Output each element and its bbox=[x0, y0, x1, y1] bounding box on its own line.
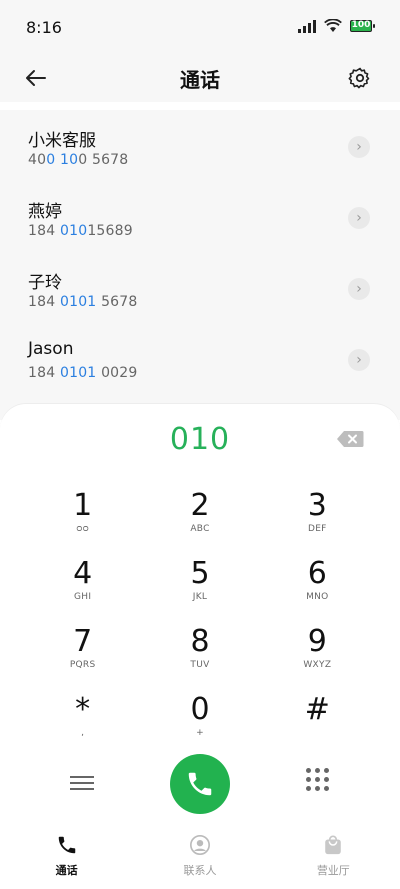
bottom-tab-bar: 通话 联系人 营业厅 bbox=[0, 824, 400, 889]
dialpad-key-9[interactable]: 9 WXYZ bbox=[259, 626, 376, 676]
settings-gear-icon[interactable] bbox=[348, 66, 372, 90]
tab-calls[interactable]: 通话 bbox=[0, 824, 133, 889]
dialpad-toggle-icon[interactable] bbox=[306, 768, 329, 791]
contact-number: 400 100 5678 bbox=[28, 152, 129, 168]
page-title: 通话 bbox=[180, 68, 220, 92]
chevron-right-icon[interactable]: › bbox=[348, 207, 370, 229]
contact-row[interactable]: Jason 184 0101 0029 › bbox=[0, 323, 400, 394]
status-bar: 8:16 100 bbox=[0, 0, 400, 56]
tab-contacts[interactable]: 联系人 bbox=[133, 824, 266, 889]
dialpad-sheet: 010 1 ᴑᴑ 2 ABC 3 DEF 4 GHI 5 JKL 6 MNO 7 PQRS 8… bbox=[0, 404, 400, 824]
dialpad-controls bbox=[0, 754, 400, 814]
backspace-icon[interactable] bbox=[336, 430, 364, 448]
phone-screen: 8:16 100 通话 小米客服 400 100 5678 › 燕婷 184 0… bbox=[0, 0, 400, 889]
phone-icon bbox=[58, 836, 75, 854]
contact-row[interactable]: 燕婷 184 01015689 › bbox=[0, 181, 400, 252]
contact-number: 184 0101 0029 bbox=[28, 365, 138, 381]
dialpad-key-star[interactable]: *, bbox=[24, 694, 141, 744]
status-icons: 100 bbox=[298, 19, 375, 33]
app-header: 通话 bbox=[0, 56, 400, 102]
contact-name: 小米客服 bbox=[28, 131, 96, 151]
call-button[interactable] bbox=[170, 754, 230, 814]
battery-icon: 100 bbox=[350, 20, 375, 32]
chevron-right-icon[interactable]: › bbox=[348, 136, 370, 158]
menu-icon[interactable] bbox=[70, 772, 94, 792]
shopping-bag-icon bbox=[325, 835, 342, 855]
contact-person-icon bbox=[189, 835, 210, 855]
dialpad-key-1[interactable]: 1 ᴑᴑ bbox=[24, 490, 141, 540]
dialpad-key-7[interactable]: 7 PQRS bbox=[24, 626, 141, 676]
call-suggestion-list: 小米客服 400 100 5678 › 燕婷 184 01015689 › 子玲… bbox=[0, 110, 400, 420]
chevron-right-icon[interactable]: › bbox=[348, 349, 370, 371]
tab-label: 通话 bbox=[55, 864, 78, 877]
contact-name: 子玲 bbox=[28, 273, 62, 293]
status-time: 8:16 bbox=[26, 18, 62, 37]
dialpad-keys: 1 ᴑᴑ 2 ABC 3 DEF 4 GHI 5 JKL 6 MNO 7 PQRS 8 TUV … bbox=[24, 490, 376, 744]
contact-row[interactable]: 小米客服 400 100 5678 › bbox=[0, 110, 400, 181]
wifi-icon bbox=[324, 19, 342, 32]
dialpad-key-6[interactable]: 6 MNO bbox=[259, 558, 376, 608]
tab-label: 营业厅 bbox=[316, 864, 350, 877]
chevron-right-icon[interactable]: › bbox=[348, 278, 370, 300]
dialpad-key-8[interactable]: 8 TUV bbox=[141, 626, 258, 676]
dialpad-key-2[interactable]: 2 ABC bbox=[141, 490, 258, 540]
contact-number: 184 0101 5678 bbox=[28, 294, 138, 310]
dialpad-key-hash[interactable]: # bbox=[259, 694, 376, 744]
tab-service-hall[interactable]: 营业厅 bbox=[267, 824, 400, 889]
dialpad-key-0[interactable]: 0 + bbox=[141, 694, 258, 744]
dialpad-key-4[interactable]: 4 GHI bbox=[24, 558, 141, 608]
contact-name: 燕婷 bbox=[28, 202, 62, 222]
signal-icon bbox=[298, 19, 316, 33]
dialpad-key-5[interactable]: 5 JKL bbox=[141, 558, 258, 608]
contact-row[interactable]: 子玲 184 0101 5678 › bbox=[0, 252, 400, 323]
dialpad-key-3[interactable]: 3 DEF bbox=[259, 490, 376, 540]
voicemail-icon: ᴑᴑ bbox=[76, 524, 90, 534]
contact-number: 184 01015689 bbox=[28, 223, 133, 239]
tab-label: 联系人 bbox=[183, 864, 217, 877]
phone-icon bbox=[188, 772, 212, 796]
contact-name: Jason bbox=[28, 339, 74, 359]
